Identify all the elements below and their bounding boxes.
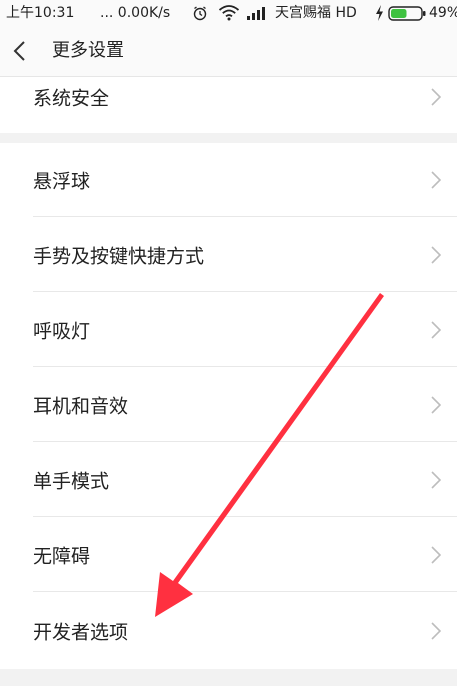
divider [33, 591, 457, 592]
status-bar: 上午10:31 ... 0.00K/s 天宫赐福 HD 49% [0, 0, 457, 26]
settings-item-label: 悬浮球 [33, 170, 91, 193]
divider [33, 441, 457, 442]
battery-icon [388, 6, 426, 21]
divider [33, 366, 457, 367]
settings-item-label: 耳机和音效 [33, 395, 129, 418]
settings-item-label: 无障碍 [33, 545, 91, 568]
settings-item-developer-options[interactable]: 开发者选项 [0, 593, 457, 669]
page-title: 更多设置 [52, 40, 124, 61]
chevron-left-icon[interactable] [11, 40, 31, 62]
settings-item-notification-light[interactable]: 呼吸灯 [0, 293, 457, 367]
charging-icon [376, 5, 383, 21]
chevron-right-icon [431, 321, 441, 339]
alarm-icon [193, 6, 207, 21]
settings-item-system-security[interactable]: 系统安全 [0, 77, 457, 133]
chevron-right-icon [431, 246, 441, 264]
chevron-right-icon [431, 396, 441, 414]
divider [33, 516, 457, 517]
divider [33, 291, 457, 292]
chevron-right-icon [431, 546, 441, 564]
settings-group-main: 悬浮球 手势及按键快捷方式 呼吸灯 耳机和音效 单手模式 无障碍 开发者选项 [0, 143, 457, 669]
settings-item-label: 单手模式 [33, 470, 110, 493]
settings-item-label: 系统安全 [33, 87, 110, 110]
settings-item-label: 开发者选项 [33, 621, 129, 644]
battery-percent: 49% [429, 5, 457, 21]
network-speed: ... 0.00K/s [100, 5, 171, 21]
status-time: 上午10:31 [6, 5, 75, 21]
wifi-icon [218, 5, 240, 21]
divider [33, 216, 457, 217]
settings-item-floating-ball[interactable]: 悬浮球 [0, 143, 457, 217]
settings-item-accessibility[interactable]: 无障碍 [0, 518, 457, 592]
settings-group-security: 系统安全 [0, 77, 457, 133]
chevron-right-icon [431, 171, 441, 189]
settings-item-label: 呼吸灯 [33, 320, 91, 343]
settings-item-label: 手势及按键快捷方式 [33, 245, 205, 268]
carrier-name: 天宫赐福 HD [275, 5, 357, 21]
settings-item-headphones-audio[interactable]: 耳机和音效 [0, 368, 457, 442]
chevron-right-icon [431, 622, 441, 640]
signal-icon [247, 7, 265, 20]
settings-item-gesture-shortcuts[interactable]: 手势及按键快捷方式 [0, 218, 457, 292]
chevron-right-icon [431, 471, 441, 489]
title-bar: 更多设置 [0, 26, 457, 77]
settings-item-one-handed-mode[interactable]: 单手模式 [0, 443, 457, 517]
chevron-right-icon [431, 88, 441, 106]
